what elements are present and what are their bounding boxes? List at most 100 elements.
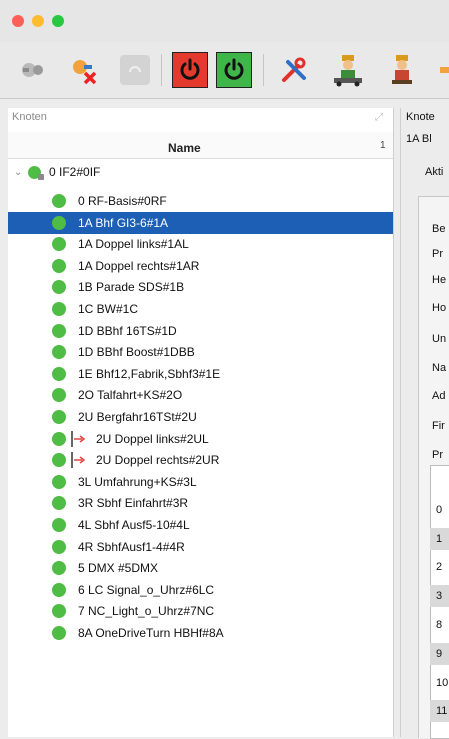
disabled-icon [129,66,141,73]
status-icon [52,496,66,511]
tree-node-row[interactable]: 2U Bergfahr16TSt#2U [8,406,393,428]
tools-button[interactable] [276,52,312,88]
title-bar [0,0,449,42]
worker-cart-button[interactable] [330,52,366,88]
status-icon [52,626,66,640]
disabled-button[interactable] [120,55,150,85]
status-icon [52,323,66,338]
tools-icon [282,57,306,82]
tree-node-label: 6 LC Signal_o_Uhrz#6LC [78,582,215,597]
tree-node-row[interactable]: 7 NC_Light_o_Uhrz#7NC [8,600,393,622]
branch-arrow-icon [71,452,86,469]
field-label: Na [432,362,447,374]
tree-node-row[interactable]: 4L Sbhf Ausf5-10#4L [8,514,393,536]
tree-node-row[interactable]: 3L Umfahrung+KS#3L [8,471,393,493]
list-row[interactable]: 1 [430,528,449,550]
remove-connection-button[interactable] [66,52,102,88]
tree-node-row[interactable]: 1A Bhf GI3-6#1A [8,211,393,234]
panel-title: Knoten [12,111,47,123]
tree-node-label: 5 DMX #5DMX [78,561,159,576]
status-icon [52,388,66,403]
tree-node-row[interactable]: 1A Doppel links#1AL [8,233,393,255]
tree-node-row[interactable]: 1A Doppel rechts#1AR [8,255,393,277]
status-icon [52,280,66,295]
chevron-down-icon[interactable]: ⌄ [14,167,28,178]
tree-node-row[interactable]: 2U Doppel links#2UL [8,428,393,450]
tree-node-row[interactable]: 1D BBhf 16TS#1D [8,320,393,342]
branch-arrow-icon [71,430,86,447]
status-icon [52,582,66,597]
tree-node-label: 2U Bergfahr16TSt#2U [78,410,197,424]
detail-panel-title: Knote [406,111,435,123]
toolbar-separator [263,54,264,86]
remove-connection-icon [73,60,97,85]
tab-aktiv[interactable]: Akti [425,166,443,178]
tree-node-label: 1B Parade SDS#1B [78,280,185,295]
status-icon [52,431,66,446]
tree-root-label: 0 IF2#0IF [49,165,101,179]
status-icon [52,194,66,208]
tree-node-row[interactable]: 6 LC Signal_o_Uhrz#6LC [8,579,393,601]
tree-node-row[interactable]: 2O Talfahrt+KS#2O [8,384,393,406]
tree-node-row[interactable]: 1B Parade SDS#1B [8,276,393,298]
tree-node-row[interactable]: 1E Bhf12,Fabrik,Sbhf3#1E [8,363,393,385]
status-icon [28,165,44,180]
status-icon [52,215,66,230]
overflow-button[interactable] [436,52,449,88]
tree-node-row[interactable]: 8A OneDriveTurn HBHf#8A [8,622,393,644]
tree-node-label: 1A Bhf GI3-6#1A [78,215,169,230]
tree-node-label: 0 RF-Basis#0RF [78,194,167,208]
list-row[interactable]: 2 [430,556,449,578]
worker-icon [392,55,412,84]
list-row[interactable]: 8 [430,614,449,636]
disconnect-icon [22,63,43,77]
close-window-button[interactable] [12,15,24,27]
list-row[interactable]: 10 [430,672,449,694]
tree-node-label: 2U Doppel links#2UL [96,431,209,446]
tree-node-label: 8A OneDriveTurn HBHf#8A [78,626,224,640]
status-icon [52,561,66,576]
power-off-button[interactable] [172,52,208,88]
status-icon [52,366,66,381]
zoom-window-button[interactable] [52,15,64,27]
power-on-icon [224,58,244,80]
list-row[interactable]: 11 [430,700,449,722]
minimize-window-button[interactable] [32,15,44,27]
column-header-name[interactable]: Name [168,141,201,155]
tree-node-label: 4L Sbhf Ausf5-10#4L [78,518,190,532]
tree-node-row[interactable]: 1D BBhf Boost#1DBB [8,341,393,363]
disconnect-button[interactable] [14,52,50,88]
tree-node-row[interactable]: 5 DMX #5DMX [8,557,393,579]
status-icon [52,410,66,424]
tree-node-label: 1E Bhf12,Fabrik,Sbhf3#1E [78,366,221,381]
field-label: Fir [432,420,445,432]
worker-cart-icon [334,55,362,87]
status-icon [52,474,66,489]
list-row[interactable]: 0 [430,499,449,521]
overflow-icon [440,67,449,73]
field-label: Pr [432,449,443,461]
tree-node-row[interactable]: 1C BW#1C [8,298,393,320]
power-on-button[interactable] [216,52,252,88]
tree-root-node[interactable]: ⌄ 0 IF2#0IF [14,163,100,181]
tree-node-row[interactable]: 0 RF-Basis#0RF [8,190,393,212]
tree-node-label: 1A Doppel links#1AL [78,237,189,252]
field-label: Be [432,223,446,235]
power-off-icon [180,58,200,80]
list-row[interactable]: 9 [430,643,449,665]
status-icon [52,518,66,532]
tree-node-label: 2U Doppel rechts#2UR [96,453,220,468]
tree-node-label: 3L Umfahrung+KS#3L [78,474,197,489]
field-label: Un [432,333,447,345]
tree-node-label: 1C BW#1C [78,302,139,316]
tree-node-row[interactable]: 4R SbhfAusf1-4#4R [8,536,393,558]
tree-node-row[interactable]: 2U Doppel rechts#2UR [8,449,393,471]
expand-icon[interactable]: ⤢ [375,112,383,123]
toolbar [0,42,449,99]
worker-button[interactable] [384,52,420,88]
status-icon [52,237,66,252]
tree-node-row[interactable]: 3R Sbhf Einfahrt#3R [8,492,393,514]
status-icon [52,604,66,619]
tree-node-label: 4R SbhfAusf1-4#4R [78,539,185,554]
list-row[interactable]: 3 [430,585,449,607]
